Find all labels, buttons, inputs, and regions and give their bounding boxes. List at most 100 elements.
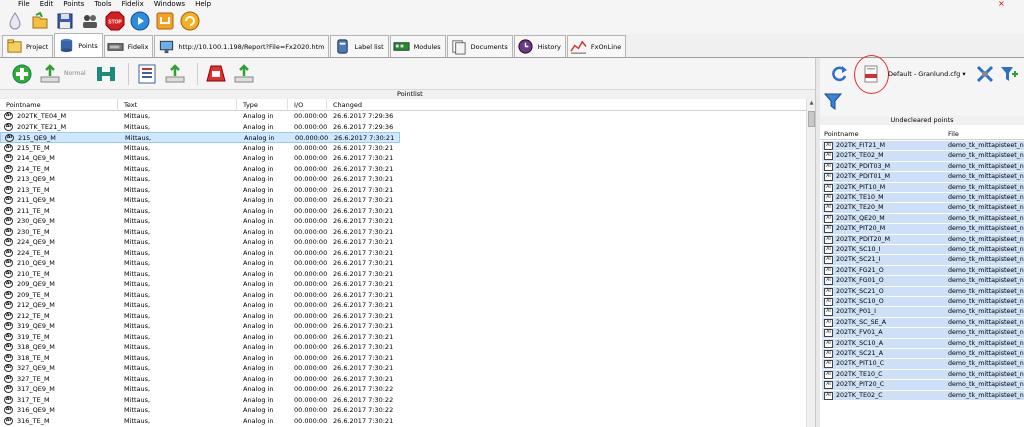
menu-file[interactable]: File (18, 0, 30, 8)
tab-history[interactable]: History (513, 35, 566, 57)
list-item[interactable]: AI 202TK_TE20_M demo_tk_mittapisteet_ni... (822, 203, 1024, 214)
add-point-icon[interactable] (10, 62, 34, 86)
table-row[interactable]: AI 210_QE9_M Mittaus, Analog in 00.000:00 26.… (0, 258, 400, 269)
col-file[interactable]: File (944, 128, 959, 140)
col-type[interactable]: Type (237, 99, 288, 111)
list-item[interactable]: AI 202TK_TE02_C demo_tk_mittapisteet_ni... (822, 390, 1024, 401)
list-item[interactable]: AI 202TK_FIT21_M demo_tk_mittapisteet_ni..… (822, 141, 1024, 152)
list-item[interactable]: AI 202TK_PIT10_M demo_tk_mittapisteet_ni..… (822, 182, 1024, 193)
col-pointname[interactable]: Pointname (0, 99, 118, 111)
droplet-icon[interactable] (4, 10, 26, 32)
table-row[interactable]: AI 209_QE9_M Mittaus, Analog in 00.000:00 26.… (0, 279, 400, 290)
col-pointname[interactable]: Pointname (820, 128, 859, 140)
list-item[interactable]: AI 202TK_PDIT03_M demo_tk_mittapisteet_ni.… (822, 161, 1024, 173)
col-io[interactable]: I/O (288, 99, 327, 111)
normal-label[interactable]: Normal (64, 70, 86, 77)
tab-report-url[interactable]: http://10.100.1.198/Report?File=Fx2020.h… (154, 35, 330, 57)
filter-icon[interactable] (822, 90, 844, 112)
table-row[interactable]: AI 318_QE9_M Mittaus, Analog in 00.000:00 26.… (0, 342, 400, 353)
list-item[interactable]: AI 202TK_SC10_A demo_tk_mittapisteet_ni... (822, 338, 1024, 349)
connect-icon[interactable] (94, 62, 118, 86)
list-item[interactable]: AI 202TK_PIT20_C demo_tk_mittapisteet_ni..… (822, 380, 1024, 391)
table-row[interactable]: AI 317_TE_M Mittaus, Analog in 00.000:00 26.6… (0, 395, 400, 406)
list-item[interactable]: AI 202TK_FG01_O demo_tk_mittapisteet_ni... (822, 276, 1024, 287)
list-item[interactable]: AI 202TK_PIT20_M demo_tk_mittapisteet_ni..… (822, 224, 1024, 235)
table-row[interactable]: AI 317_QE9_M Mittaus, Analog in 00.000:00 26.… (0, 384, 400, 395)
table-row[interactable]: AI 224_TE_M Mittaus, Analog in 00.000:00 26.6… (0, 248, 400, 259)
alarm-icon[interactable] (204, 62, 228, 86)
menu-tools[interactable]: Tools (94, 0, 111, 8)
users-icon[interactable] (79, 10, 101, 32)
list-item[interactable]: AI 202TK_TE10_C demo_tk_mittapisteet_ni... (822, 369, 1024, 381)
table-row[interactable]: AI 213_QE9_M Mittaus, Analog in 00.000:00 26.… (0, 174, 400, 185)
list-item[interactable]: AI 202TK_SC21_O demo_tk_mittapisteet_ni... (822, 286, 1024, 297)
refresh-icon[interactable] (179, 10, 201, 32)
col-text[interactable]: Text (118, 99, 237, 111)
list-icon[interactable] (135, 62, 159, 86)
table-row[interactable]: AI 316_QE9_M Mittaus, Analog in 00.000:00 26.… (0, 405, 400, 416)
table-row[interactable]: AI 327_TE_M Mittaus, Analog in 00.000:00 26.6… (0, 374, 400, 385)
refresh-icon[interactable] (828, 63, 850, 85)
tab-project[interactable]: Project (2, 35, 54, 57)
pointlist-scrollbar[interactable]: ▲ (806, 99, 815, 427)
table-row[interactable]: AI 319_TE_M Mittaus, Analog in 00.000:00 26.6… (0, 332, 400, 343)
tab-label-list[interactable]: Label list (330, 35, 389, 57)
table-row[interactable]: AI 212_TE_M Mittaus, Analog in 00.000:00 26.6… (0, 311, 400, 322)
import-icon[interactable] (38, 62, 62, 86)
list-item[interactable]: AI 202TK_FV01_A demo_tk_mittapisteet_ni... (822, 328, 1024, 339)
list-item[interactable]: AI 202TK_PDIT20_M demo_tk_mittapisteet_ni.… (822, 234, 1024, 245)
table-row[interactable]: AI 202TK_TE04_M Mittaus, Analog in 00.000:00… (0, 111, 400, 122)
table-row[interactable]: AI 318_TE_M Mittaus, Analog in 00.000:00 26.6… (0, 353, 400, 364)
tab-fidelix[interactable]: Fidelix (103, 35, 154, 57)
play-icon[interactable] (129, 10, 151, 32)
table-row[interactable]: AI 214_QE9_M Mittaus, Analog in 00.000:00 26.… (0, 153, 400, 164)
tab-fxonline[interactable]: FxOnLine (566, 35, 627, 57)
list-item[interactable]: AI 202TK_TE02_M demo_tk_mittapisteet_ni... (822, 151, 1024, 162)
scroll-thumb[interactable] (808, 111, 815, 127)
upload-icon[interactable] (163, 62, 187, 86)
close-icon[interactable]: × (998, 0, 1006, 8)
table-row[interactable]: AI 319_QE9_M Mittaus, Analog in 00.000:00 26.… (0, 321, 400, 332)
tab-points[interactable]: Points (54, 33, 103, 57)
table-row[interactable]: AI 213_TE_M Mittaus, Analog in 00.000:00 26.6… (0, 185, 400, 196)
table-row[interactable]: AI 224_QE9_M Mittaus, Analog in 00.000:00 26.… (0, 237, 400, 248)
menu-help[interactable]: Help (195, 0, 211, 8)
table-row[interactable]: AI 316_TE_M Mittaus, Analog in 00.000:00 26.6… (0, 416, 400, 427)
table-row[interactable]: AI 211_TE_M Mittaus, Analog in 00.000:00 26.6… (0, 206, 400, 217)
list-item[interactable]: AI 202TK_TE10_M demo_tk_mittapisteet_ni... (822, 193, 1024, 204)
list-item[interactable]: AI 202TK_SC21_I demo_tk_mittapisteet_ni... (822, 255, 1024, 266)
add-filter-icon[interactable] (998, 63, 1020, 85)
table-row[interactable]: AI 327_QE9_M Mittaus, Analog in 00.000:00 26.… (0, 363, 400, 374)
table-row[interactable]: AI 214_TE_M Mittaus, Analog in 00.000:00 26.6… (0, 164, 400, 175)
list-item[interactable]: AI 202TK_P01_I demo_tk_mittapisteet_ni... (822, 307, 1024, 318)
table-row[interactable]: AI 215_QE9_M Mittaus, Analog in 00.000:00 26.… (0, 132, 400, 143)
tab-modules[interactable]: Modules (389, 35, 446, 57)
alarm-upload-icon[interactable] (232, 62, 256, 86)
menu-windows[interactable]: Windows (154, 0, 185, 8)
list-item[interactable]: AI 202TK_SC_SE_A demo_tk_mittapisteet_ni..… (822, 317, 1024, 329)
table-row[interactable]: AI 210_TE_M Mittaus, Analog in 00.000:00 26.6… (0, 269, 400, 280)
save-icon[interactable] (54, 10, 76, 32)
list-item[interactable]: AI 202TK_FG21_O demo_tk_mittapisteet_ni... (822, 265, 1024, 277)
table-row[interactable]: AI 202TK_TE21_M Mittaus, Analog in 00.000:00… (0, 122, 400, 133)
col-changed[interactable]: Changed (327, 99, 806, 111)
list-item[interactable]: AI 202TK_SC21_A demo_tk_mittapisteet_ni... (822, 349, 1024, 360)
stop-icon[interactable]: STOP (104, 10, 126, 32)
table-row[interactable]: AI 212_QE9_M Mittaus, Analog in 00.000:00 26.… (0, 300, 400, 311)
list-item[interactable]: AI 202TK_PDIT01_M demo_tk_mittapisteet_ni.… (822, 172, 1024, 183)
menu-edit[interactable]: Edit (40, 0, 54, 8)
open-icon[interactable] (29, 10, 51, 32)
list-item[interactable]: AI 202TK_QE20_M demo_tk_mittapisteet_ni... (822, 213, 1024, 225)
settings-tool-icon[interactable] (974, 63, 996, 85)
export-icon[interactable] (154, 10, 176, 32)
tab-documents[interactable]: Documents (446, 35, 513, 57)
list-item[interactable]: AI 202TK_PIT10_C demo_tk_mittapisteet_ni..… (822, 359, 1024, 370)
table-row[interactable]: AI 230_TE_M Mittaus, Analog in 00.000:00 26.6… (0, 227, 400, 238)
list-item[interactable]: AI 202TK_SC10_O demo_tk_mittapisteet_ni... (822, 297, 1024, 308)
menu-points[interactable]: Points (63, 0, 84, 8)
table-row[interactable]: AI 230_QE9_M Mittaus, Analog in 00.000:00 26.… (0, 216, 400, 227)
table-row[interactable]: AI 215_TE_M Mittaus, Analog in 00.000:00 26.6… (0, 143, 400, 154)
config-select[interactable]: Default - Granlund.cfg ▾ (888, 70, 966, 78)
menu-fidelix[interactable]: Fidelix (122, 0, 144, 8)
list-item[interactable]: AI 202TK_SC10_I demo_tk_mittapisteet_ni... (822, 245, 1024, 256)
